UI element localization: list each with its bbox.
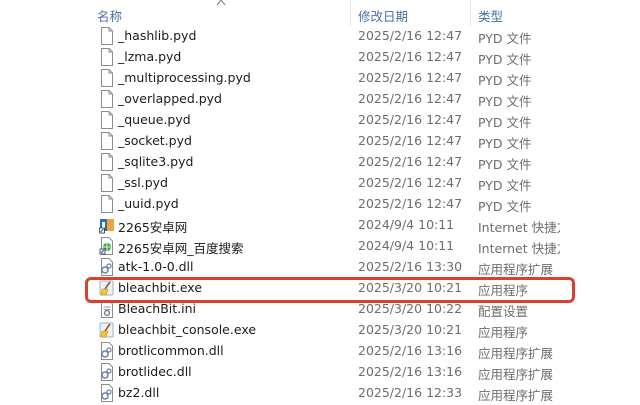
file-type: 配置设置 xyxy=(478,304,529,319)
file-type: 应用程序扩展 xyxy=(478,346,554,361)
file-modified-date: 2025/2/16 12:47 xyxy=(358,112,463,127)
file-name: _multiprocessing.pyd xyxy=(118,70,251,85)
file-row[interactable]: atk-1.0-0.dll 2025/2/16 13:30 应用程序扩展 xyxy=(0,257,640,278)
pane-edge xyxy=(561,0,640,400)
file-modified-date: 2025/2/16 12:47 xyxy=(358,49,463,64)
file-type: PYD 文件 xyxy=(478,178,532,193)
file-row[interactable]: bz2.dll 2025/2/16 12:33 应用程序扩展 xyxy=(0,383,640,404)
file-modified-date: 2025/2/16 13:16 xyxy=(358,364,463,379)
file-modified-date: 2025/2/16 12:47 xyxy=(358,196,463,211)
file-modified-date: 2025/2/16 12:47 xyxy=(358,91,463,106)
file-name: brotlidec.dll xyxy=(118,364,192,379)
blank-file-icon xyxy=(99,111,115,129)
file-type: PYD 文件 xyxy=(478,31,532,46)
file-type: PYD 文件 xyxy=(478,115,532,130)
file-name: bleachbit.exe xyxy=(118,280,203,295)
column-header-type[interactable]: 类型 xyxy=(478,6,503,25)
column-divider[interactable] xyxy=(350,0,351,26)
file-name: atk-1.0-0.dll xyxy=(118,259,194,274)
blank-file-icon xyxy=(99,174,115,192)
file-modified-date: 2025/2/16 12:33 xyxy=(358,385,463,400)
file-row[interactable]: _queue.pyd 2025/2/16 12:47 PYD 文件 xyxy=(0,110,640,131)
file-type: 应用程序扩展 xyxy=(478,388,554,403)
file-row[interactable]: brotlicommon.dll 2025/2/16 13:16 应用程序扩展 xyxy=(0,341,640,362)
file-row[interactable]: _multiprocessing.pyd 2025/2/16 12:47 PYD 文… xyxy=(0,68,640,89)
column-header-date[interactable]: 修改日期 xyxy=(358,6,408,25)
file-row[interactable]: 2265安卓网 2024/9/4 10:11 Internet 快捷方式 xyxy=(0,215,640,236)
file-modified-date: 2025/3/20 10:22 xyxy=(358,301,463,316)
file-type: 应用程序 xyxy=(478,325,529,340)
file-type: PYD 文件 xyxy=(478,199,532,214)
blank-file-icon xyxy=(99,132,115,150)
file-modified-date: 2025/2/16 13:16 xyxy=(358,343,463,358)
blank-file-icon xyxy=(99,27,115,45)
internet-shortcut-icon xyxy=(99,216,115,234)
dll-gear-icon xyxy=(99,384,115,402)
file-row[interactable]: _hashlib.pyd 2025/2/16 12:47 PYD 文件 xyxy=(0,26,640,47)
file-row[interactable]: bleachbit.exe 2025/3/20 10:21 应用程序 xyxy=(0,278,640,299)
file-modified-date: 2025/2/16 12:47 xyxy=(358,154,463,169)
blank-file-icon xyxy=(99,153,115,171)
file-name: _hashlib.pyd xyxy=(118,28,197,43)
file-row[interactable]: _socket.pyd 2025/2/16 12:47 PYD 文件 xyxy=(0,131,640,152)
file-name: bleachbit_console.exe xyxy=(118,322,257,337)
blank-file-icon xyxy=(99,195,115,213)
file-name: 2265安卓网_百度搜索 xyxy=(118,241,244,256)
blank-file-icon xyxy=(99,69,115,87)
file-row[interactable]: _lzma.pyd 2025/2/16 12:47 PYD 文件 xyxy=(0,47,640,68)
file-name: _lzma.pyd xyxy=(118,49,182,64)
bleachbit-broom-icon xyxy=(99,321,115,339)
file-type: 应用程序扩展 xyxy=(478,262,554,277)
dll-gear-icon xyxy=(99,258,115,276)
blank-file-icon xyxy=(99,90,115,108)
file-modified-date: 2025/2/16 12:47 xyxy=(358,175,463,190)
file-modified-date: 2025/2/16 13:30 xyxy=(358,259,463,274)
dll-gear-icon xyxy=(99,363,115,381)
file-row[interactable]: _ssl.pyd 2025/2/16 12:47 PYD 文件 xyxy=(0,173,640,194)
file-modified-date: 2025/3/20 10:21 xyxy=(358,322,463,337)
file-type: 应用程序扩展 xyxy=(478,367,554,382)
file-name: brotlicommon.dll xyxy=(118,343,224,358)
file-modified-date: 2025/2/16 12:47 xyxy=(358,28,463,43)
column-header-bar: 名称 修改日期 类型 xyxy=(0,0,640,26)
file-row[interactable]: _uuid.pyd 2025/2/16 12:47 PYD 文件 xyxy=(0,194,640,215)
file-type: PYD 文件 xyxy=(478,157,532,172)
file-name: BleachBit.ini xyxy=(118,301,196,316)
file-row[interactable]: 2265安卓网_百度搜索 2024/9/4 10:11 Internet 快捷方式 xyxy=(0,236,640,257)
file-modified-date: 2025/2/16 12:47 xyxy=(358,70,463,85)
file-modified-date: 2025/3/20 10:21 xyxy=(358,280,463,295)
file-name: _ssl.pyd xyxy=(118,175,168,190)
file-modified-date: 2024/9/4 10:11 xyxy=(358,217,455,232)
file-row[interactable]: brotlidec.dll 2025/2/16 13:16 应用程序扩展 xyxy=(0,362,640,383)
file-type: PYD 文件 xyxy=(478,52,532,67)
file-modified-date: 2024/9/4 10:11 xyxy=(358,238,455,253)
file-row[interactable]: _sqlite3.pyd 2025/2/16 12:47 PYD 文件 xyxy=(0,152,640,173)
file-name: bz2.dll xyxy=(118,385,160,400)
sort-ascending-icon xyxy=(216,0,226,6)
column-divider[interactable] xyxy=(470,0,471,26)
file-modified-date: 2025/2/16 12:47 xyxy=(358,133,463,148)
bleachbit-broom-icon xyxy=(99,279,115,297)
file-row[interactable]: BleachBit.ini 2025/3/20 10:22 配置设置 xyxy=(0,299,640,320)
file-name: _overlapped.pyd xyxy=(118,91,222,106)
file-type: Internet 快捷方式 xyxy=(478,220,560,235)
column-header-name[interactable]: 名称 xyxy=(97,6,122,25)
file-name: _sqlite3.pyd xyxy=(118,154,194,169)
file-type: Internet 快捷方式 xyxy=(478,241,560,256)
file-type: PYD 文件 xyxy=(478,94,532,109)
file-type: 应用程序 xyxy=(478,283,529,298)
dll-gear-icon xyxy=(99,342,115,360)
file-name: _socket.pyd xyxy=(118,133,192,148)
blank-file-icon xyxy=(99,48,115,66)
file-row[interactable]: _overlapped.pyd 2025/2/16 12:47 PYD 文件 xyxy=(0,89,640,110)
file-type: PYD 文件 xyxy=(478,73,532,88)
ini-settings-icon xyxy=(99,300,115,318)
file-name: 2265安卓网 xyxy=(118,220,188,235)
file-type: PYD 文件 xyxy=(478,136,532,151)
web-shortcut-icon xyxy=(99,237,115,255)
file-name: _uuid.pyd xyxy=(118,196,179,211)
file-row[interactable]: bleachbit_console.exe 2025/3/20 10:21 应用程序 xyxy=(0,320,640,341)
file-name: _queue.pyd xyxy=(118,112,191,127)
